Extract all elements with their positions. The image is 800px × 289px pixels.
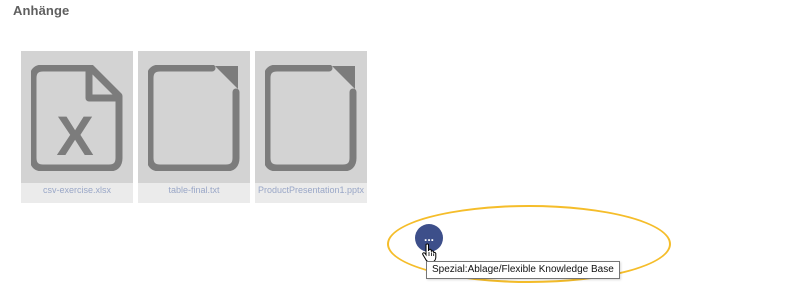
excel-file-icon: X: [31, 65, 123, 171]
svg-text:X: X: [56, 104, 93, 167]
section-title: Anhänge: [13, 3, 70, 18]
attachment-tile-xlsx[interactable]: X csv-exercise.xlsx: [21, 51, 133, 203]
attachment-filename[interactable]: table-final.txt: [138, 185, 250, 195]
tooltip: Spezial:Ablage/Flexible Knowledge Base: [426, 261, 620, 279]
attachment-thumbnail: X: [21, 51, 133, 183]
attachment-tile-txt[interactable]: table-final.txt: [138, 51, 250, 203]
document-file-icon: [265, 65, 357, 171]
attachment-thumbnail: [138, 51, 250, 183]
attachment-filename[interactable]: ProductPresentation1.pptx: [255, 185, 367, 195]
attachment-filename[interactable]: csv-exercise.xlsx: [21, 185, 133, 195]
attachment-thumbnail: [255, 51, 367, 183]
document-file-icon: [148, 65, 240, 171]
attachment-tile-pptx[interactable]: ProductPresentation1.pptx: [255, 51, 367, 203]
more-options-icon: ...: [423, 230, 434, 244]
hand-cursor-icon: [422, 243, 437, 263]
